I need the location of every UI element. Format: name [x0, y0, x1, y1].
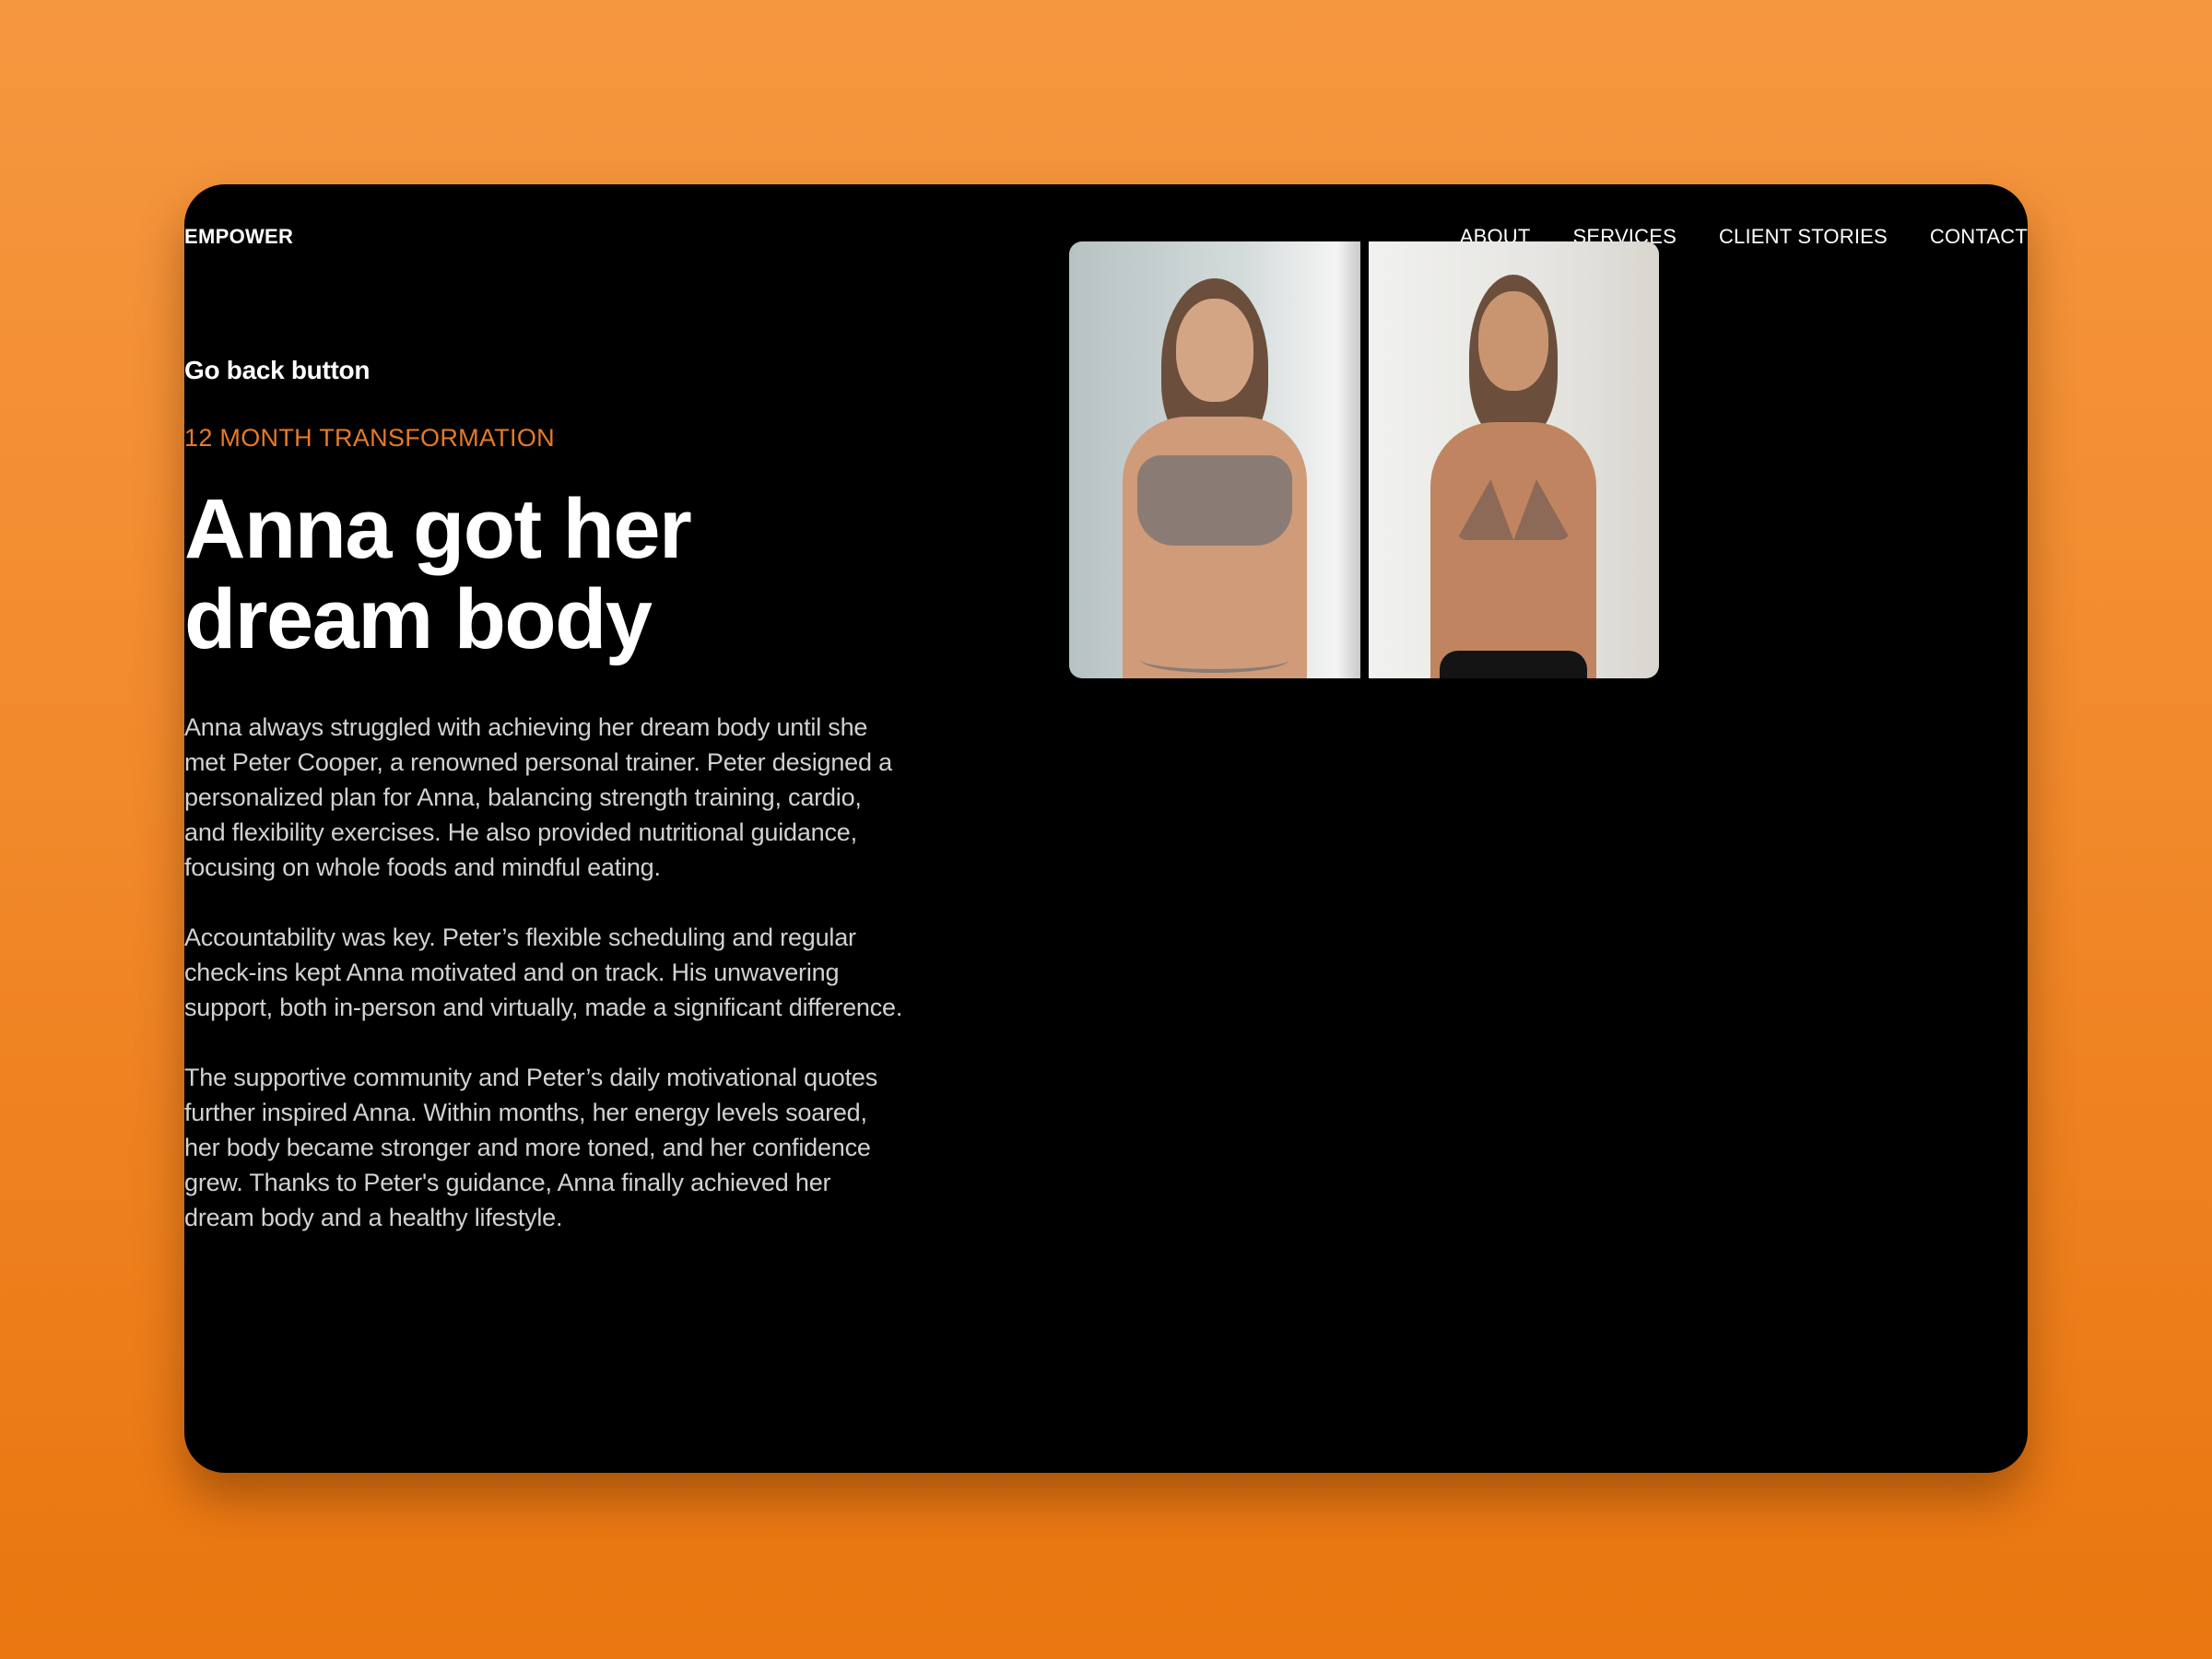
title-line-2: dream body [184, 572, 653, 666]
story-body: Anna always struggled with achieving her… [184, 710, 903, 1270]
go-back-button[interactable]: Go back button [184, 356, 370, 385]
story-paragraph: Accountability was key. Peter’s flexible… [184, 924, 903, 1021]
story-paragraph: Anna always struggled with achieving her… [184, 713, 892, 881]
story-paragraph: The supportive community and Peter’s dai… [184, 1064, 877, 1231]
after-figure [1403, 275, 1624, 678]
nav-client-stories[interactable]: CLIENT STORIES [1719, 225, 1888, 249]
nav-contact[interactable]: CONTACT [1930, 225, 2028, 249]
before-figure [1104, 278, 1325, 678]
after-photo [1368, 241, 1659, 678]
before-photo [1069, 241, 1360, 678]
eyebrow-label: 12 MONTH TRANSFORMATION [184, 424, 555, 452]
brand-logo[interactable]: EMPOWER [184, 225, 293, 249]
before-after-image [1069, 241, 1659, 678]
title-line-1: Anna got her [184, 482, 692, 576]
page-title: Anna got her dream body [184, 484, 774, 665]
